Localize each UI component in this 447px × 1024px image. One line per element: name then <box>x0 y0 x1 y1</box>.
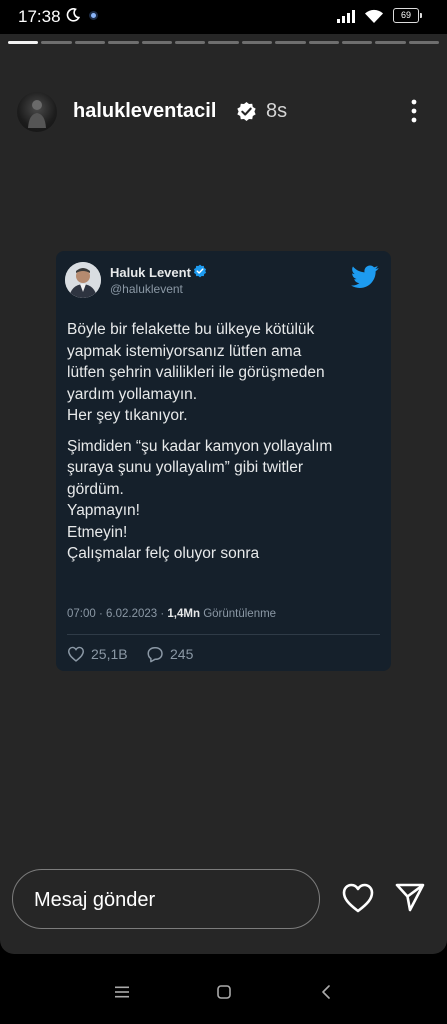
tweet-views-label: Görüntülenme <box>203 608 277 620</box>
story-progress-segment <box>41 41 72 44</box>
back-icon[interactable] <box>320 985 332 999</box>
verified-badge-icon <box>237 101 256 122</box>
status-time: 17:38 <box>18 7 61 26</box>
tweet-body: Böyle bir felakette bu ülkeye kötülük ya… <box>67 319 385 565</box>
tweet-text-line: Çalışmalar felç oluyor sonra <box>67 545 260 562</box>
story-progress-segment <box>341 41 373 44</box>
status-bar: 17:38 69 <box>0 0 447 34</box>
tweet-text-line: Etmeyin! <box>67 523 128 541</box>
tweet-author-name: Haluk Levent <box>110 265 191 280</box>
story-progress-segment <box>208 41 239 44</box>
heart-icon[interactable] <box>341 882 375 914</box>
story-progress-segment <box>8 41 39 44</box>
story-username[interactable]: halukleventacil <box>73 100 216 123</box>
story-progress-segment <box>308 41 339 44</box>
tweet-author-avatar <box>65 262 101 298</box>
story-progress-segment <box>375 41 406 44</box>
story-progress-segment <box>74 41 106 44</box>
moon-icon <box>66 8 80 22</box>
tweet-text-line: gördüm. <box>67 480 124 498</box>
story-time-ago: 8s <box>266 100 288 122</box>
send-icon[interactable] <box>394 881 426 913</box>
tweet-text-line: lütfen şehrin valilikleri ile görüşmeden <box>67 364 325 381</box>
tweet-text-line: Şimdiden “şu kadar kamyon yollayalım <box>67 437 333 455</box>
notification-dot-icon <box>89 11 98 20</box>
heart-icon <box>67 646 85 662</box>
tweet-text-line: şuraya şunu yollayalım” gibi twitler <box>67 459 304 476</box>
divider <box>67 634 380 635</box>
home-icon[interactable] <box>217 985 231 999</box>
tweet-likes: 25,1B <box>67 645 128 663</box>
tweet-datetime: 07:00 · 6.02.2023 · <box>67 608 165 620</box>
story-progress-segment <box>275 41 306 44</box>
tweet-replies: 245 <box>146 645 193 663</box>
tweet-text-line: yapmak istemiyorsanız lütfen ama <box>67 342 302 360</box>
tweet-views-count: 1,4Mn <box>167 608 200 620</box>
verified-badge-icon <box>193 264 207 278</box>
story-progress-segment <box>408 41 440 44</box>
tweet-likes-count: 25,1B <box>91 646 128 662</box>
more-vertical-icon[interactable] <box>404 97 424 125</box>
tweet-replies-count: 245 <box>170 646 194 662</box>
tweet-text-line: Böyle bir felakette bu ülkeye kötülük <box>67 321 315 338</box>
twitter-bird-icon <box>351 265 379 288</box>
tweet-text-line: Yapmayın! <box>67 502 140 519</box>
avatar[interactable] <box>17 92 57 132</box>
reply-icon <box>147 646 163 662</box>
message-input[interactable]: Mesaj gönder <box>12 869 320 929</box>
tweet-text-line: yardım yollamayın. <box>67 385 198 403</box>
wifi-icon <box>365 9 383 23</box>
recents-icon[interactable] <box>114 986 130 998</box>
tweet-text-line: Her şey tıkanıyor. <box>67 407 188 424</box>
message-placeholder: Mesaj gönder <box>34 889 156 911</box>
signal-icon <box>337 10 355 23</box>
tweet-meta: 07:00 · 6.02.2023 · 1,4Mn Görüntülenme <box>67 608 276 620</box>
tweet-author-handle: @haluklevent <box>110 282 183 296</box>
story-progress-segment <box>241 41 273 44</box>
tweet-card: Haluk Levent @haluklevent Böyle bir fela… <box>56 251 391 671</box>
story-progress-bar <box>8 41 440 44</box>
battery-indicator: 69 <box>393 8 422 23</box>
story-progress-segment <box>141 41 172 44</box>
story-progress-segment <box>108 41 139 44</box>
story-progress-segment <box>174 41 206 44</box>
